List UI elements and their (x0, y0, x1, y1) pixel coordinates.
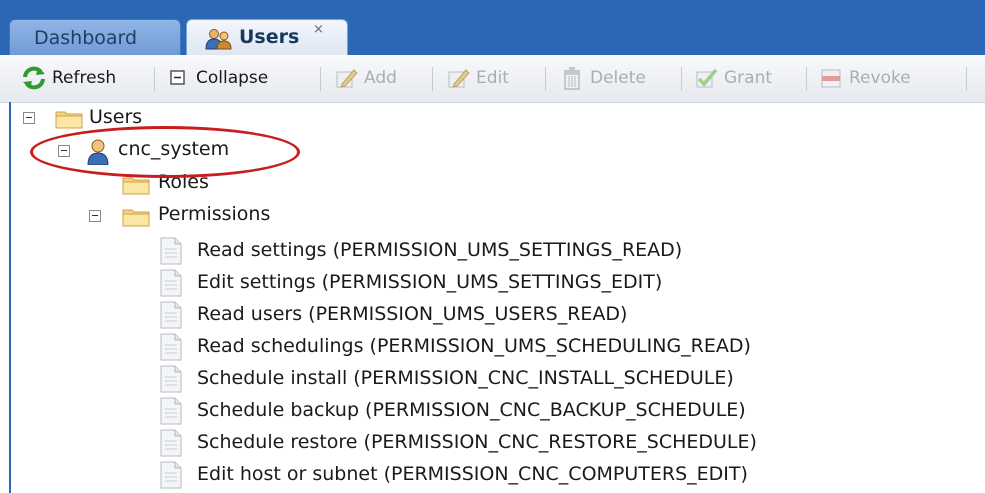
checkmark-icon (696, 68, 718, 88)
document-icon (160, 301, 182, 329)
refresh-label: Refresh (52, 68, 117, 88)
tab-dashboard-label: Dashboard (34, 27, 138, 49)
collapse-toggle-icon[interactable] (89, 210, 101, 222)
permission-label: Read schedulings (PERMISSION_UMS_SCHEDUL… (197, 335, 751, 357)
pencil-add-icon (336, 69, 358, 88)
revoke-button[interactable]: Revoke (819, 65, 911, 91)
highlight-ellipse (30, 126, 300, 178)
toolbar-divider (432, 67, 433, 91)
collapse-toggle-icon[interactable] (23, 112, 35, 124)
permission-label: Edit settings (PERMISSION_UMS_SETTINGS_E… (197, 271, 663, 293)
edit-button[interactable]: Edit (446, 65, 509, 91)
document-icon (160, 397, 182, 425)
permission-label: Read settings (PERMISSION_UMS_SETTINGS_R… (197, 239, 683, 261)
toolbar-divider (966, 67, 967, 91)
delete-label: Delete (590, 68, 646, 88)
permission-label: Read users (PERMISSION_UMS_USERS_READ) (197, 303, 628, 325)
edit-label: Edit (476, 68, 509, 88)
permission-label: Schedule backup (PERMISSION_CNC_BACKUP_S… (197, 399, 746, 421)
tree-node-users[interactable]: Users (89, 106, 142, 128)
tab-users-label: Users (239, 26, 300, 48)
pencil-edit-icon (448, 69, 470, 88)
add-label: Add (364, 68, 397, 88)
permission-label: Schedule restore (PERMISSION_CNC_RESTORE… (197, 431, 757, 453)
collapse-icon (170, 70, 185, 85)
toolbar-divider (545, 67, 546, 91)
tree-node-permissions[interactable]: Permissions (158, 203, 270, 225)
grant-label: Grant (724, 68, 773, 88)
permission-label: Schedule install (PERMISSION_CNC_INSTALL… (197, 367, 734, 389)
close-icon[interactable]: × (313, 22, 324, 37)
folder-icon (122, 177, 150, 195)
delete-button[interactable]: Delete (560, 65, 646, 91)
document-icon (160, 365, 182, 393)
document-icon (160, 461, 182, 489)
document-icon (160, 333, 182, 361)
panel-border (9, 102, 11, 493)
revoke-label: Revoke (849, 68, 911, 88)
grant-button[interactable]: Grant (694, 65, 772, 91)
users-icon (205, 29, 232, 50)
folder-icon (55, 111, 83, 129)
folder-icon (122, 209, 150, 227)
revoke-icon (821, 69, 841, 88)
collapse-button[interactable]: Collapse (166, 65, 268, 91)
tab-users[interactable]: Users × (186, 19, 348, 56)
add-button[interactable]: Add (334, 65, 397, 91)
refresh-icon (23, 66, 45, 90)
document-icon (160, 429, 182, 457)
collapse-label: Collapse (196, 68, 269, 88)
toolbar-divider (681, 67, 682, 91)
trash-icon (564, 67, 580, 90)
document-icon (160, 269, 182, 297)
refresh-button[interactable]: Refresh (22, 65, 116, 91)
toolbar: Refresh Collapse Add Edit Delete Grant R… (0, 55, 985, 103)
toolbar-divider (320, 67, 321, 91)
toolbar-divider (154, 67, 155, 91)
tab-strip: Dashboard Users × (0, 0, 985, 56)
document-icon (160, 237, 182, 265)
tab-dashboard[interactable]: Dashboard (9, 19, 181, 56)
toolbar-divider (806, 67, 807, 91)
permission-label: Edit host or subnet (PERMISSION_CNC_COMP… (197, 463, 748, 485)
